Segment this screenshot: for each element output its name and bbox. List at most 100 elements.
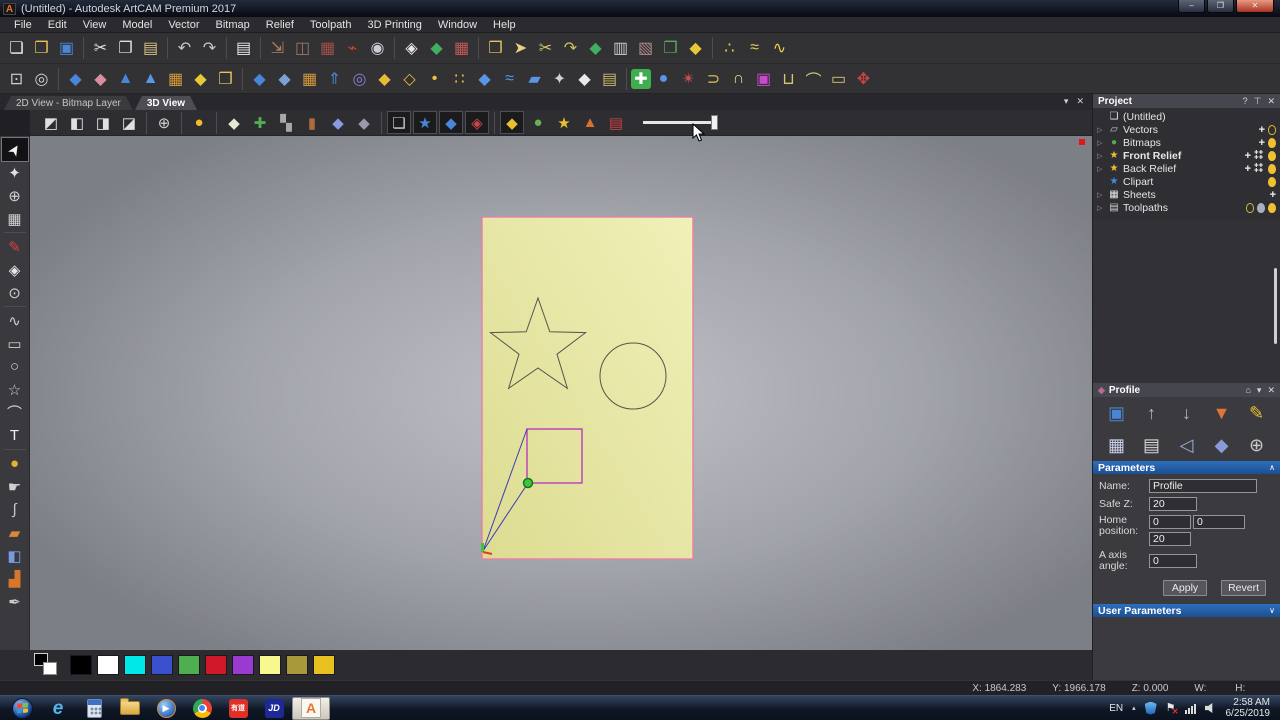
taskbar-explorer[interactable]: [112, 696, 148, 720]
menu-model[interactable]: Model: [114, 17, 160, 32]
rect-section-icon[interactable]: ▭: [826, 67, 851, 91]
add-icon[interactable]: +: [1245, 164, 1251, 174]
visibility-bulb-on-icon[interactable]: [1268, 164, 1276, 174]
home-y-input[interactable]: [1193, 515, 1245, 529]
blob-tool-icon[interactable]: ●: [651, 67, 676, 91]
star-search-icon[interactable]: ★: [552, 111, 576, 134]
add-icon[interactable]: +: [1245, 151, 1251, 161]
paste-icon[interactable]: ▤: [138, 36, 163, 60]
menu-toolpath[interactable]: Toolpath: [302, 17, 360, 32]
view-iso-icon[interactable]: ◩: [39, 111, 63, 134]
menu-vector[interactable]: Vector: [160, 17, 207, 32]
add-multiple-icon[interactable]: ✚✚✚✚: [1254, 164, 1265, 174]
minimize-button[interactable]: –: [1178, 0, 1205, 13]
sculpt-sphere-icon[interactable]: ✦: [547, 67, 572, 91]
add-piece-icon[interactable]: ▚: [274, 111, 298, 134]
visibility-bulb-on-icon[interactable]: [1268, 203, 1276, 213]
new-file-icon[interactable]: ❏: [4, 36, 29, 60]
mirror-model-icon[interactable]: ◫: [290, 36, 315, 60]
model-canvas[interactable]: [30, 136, 1092, 650]
a-axis-input[interactable]: [1149, 554, 1197, 568]
menu-bitmap[interactable]: Bitmap: [208, 17, 258, 32]
rotate-axis-icon[interactable]: ⊕: [1243, 432, 1271, 458]
name-input[interactable]: [1149, 479, 1257, 493]
parameters-header[interactable]: Parameters ∧: [1093, 461, 1280, 474]
clipart-star-icon[interactable]: ★: [413, 111, 437, 134]
color-shape-pyramid-icon[interactable]: ▲: [578, 111, 602, 134]
sculpt-line-icon[interactable]: ∫: [2, 498, 28, 521]
sculpt-tool-icon[interactable]: ◆: [352, 111, 376, 134]
pair-tool-icon[interactable]: ∷: [447, 67, 472, 91]
expand-arrow-icon[interactable]: ▷: [1097, 191, 1107, 199]
smooth-plane-icon[interactable]: ◆: [572, 67, 597, 91]
copy-icon[interactable]: ❐: [113, 36, 138, 60]
smooth-relief-2-icon[interactable]: ◆: [247, 67, 272, 91]
project-help-button[interactable]: ?: [1243, 96, 1248, 107]
zoom-tool-icon[interactable]: ⊕: [152, 111, 176, 134]
taskbar-artcam[interactable]: A: [292, 697, 330, 720]
project-pin-button[interactable]: ⊤: [1254, 96, 1262, 107]
menu-window[interactable]: Window: [430, 17, 485, 32]
shape-editor-icon[interactable]: ▲: [113, 67, 138, 91]
color-layers-icon[interactable]: ▤: [604, 111, 628, 134]
close-button[interactable]: ✕: [1236, 0, 1274, 13]
canvas-drawing[interactable]: [30, 136, 1092, 650]
view-close-indicator[interactable]: [1079, 139, 1085, 145]
curve-fit-icon[interactable]: ↷: [558, 36, 583, 60]
vector-trim-icon[interactable]: ✂: [533, 36, 558, 60]
rectangle-icon[interactable]: ▭: [2, 332, 28, 355]
distort-icon[interactable]: ▦: [2, 207, 28, 230]
flood-fill-icon[interactable]: ●: [2, 452, 28, 475]
relief-layer-icon[interactable]: ◆: [188, 67, 213, 91]
node-edit-icon[interactable]: ✦: [2, 161, 28, 184]
bitmap-eraser-icon[interactable]: ◈: [399, 36, 424, 60]
language-indicator[interactable]: EN: [1109, 703, 1123, 714]
visibility-bulb-gray-icon[interactable]: [1257, 203, 1265, 213]
secondary-color-swatch[interactable]: [43, 662, 57, 675]
palette-color-6[interactable]: [232, 655, 254, 675]
light-settings-icon[interactable]: ●: [187, 111, 211, 134]
relief-clipart-folder-icon[interactable]: ❒: [213, 67, 238, 91]
palette-color-0[interactable]: [70, 655, 92, 675]
arc-section-icon[interactable]: ⌒: [801, 67, 826, 91]
nest-vectors-icon[interactable]: ◆: [583, 36, 608, 60]
menu-file[interactable]: File: [6, 17, 40, 32]
menu-view[interactable]: View: [75, 17, 115, 32]
shape-editor-multi-icon[interactable]: ▲: [138, 67, 163, 91]
expand-arrow-icon[interactable]: ▷: [1097, 152, 1107, 160]
material-block-icon[interactable]: ◆: [500, 111, 524, 134]
raise-relief-icon[interactable]: ⇑: [322, 67, 347, 91]
subtract-relief-icon[interactable]: ◇: [397, 67, 422, 91]
move-anchor-icon[interactable]: ✥: [851, 67, 876, 91]
maze-tool-icon[interactable]: ▧: [633, 36, 658, 60]
tab-2d-view-bitmap-layer[interactable]: 2D View - Bitmap Layer: [4, 96, 133, 110]
notification-flag-icon[interactable]: ⚑✕: [1166, 703, 1176, 714]
expand-chevron-icon[interactable]: ∨: [1269, 606, 1275, 615]
user-parameters-header[interactable]: User Parameters ∨: [1093, 604, 1280, 617]
wrap-relief-icon[interactable]: ▥: [608, 36, 633, 60]
star-shape-icon[interactable]: ☆: [2, 378, 28, 401]
tree-item-bitmaps[interactable]: ▷●Bitmaps+: [1093, 136, 1280, 149]
panel-scrollbar[interactable]: [1274, 268, 1277, 344]
palette-color-3[interactable]: [151, 655, 173, 675]
zoom-object-icon[interactable]: ⊡: [4, 67, 29, 91]
knife-icon[interactable]: ✒: [2, 590, 28, 613]
collapse-chevron-icon[interactable]: ∧: [1269, 463, 1275, 472]
tab-close[interactable]: ✕: [1076, 96, 1084, 107]
profile-close-button[interactable]: ✕: [1267, 385, 1275, 396]
view-front-icon[interactable]: ◧: [65, 111, 89, 134]
move-up-icon[interactable]: ↑: [1138, 400, 1166, 426]
visibility-bulb-on-icon[interactable]: [1268, 138, 1276, 148]
tray-expand-icon[interactable]: ▴: [1132, 704, 1136, 712]
arch-cross-section-icon[interactable]: ∩: [726, 67, 751, 91]
tab-3d-view[interactable]: 3D View: [135, 96, 197, 110]
arrow-tool-icon[interactable]: ➤: [508, 36, 533, 60]
view-top-icon[interactable]: ◪: [117, 111, 141, 134]
magenta-select-icon[interactable]: ▣: [751, 67, 776, 91]
visibility-bulb-off-icon[interactable]: [1268, 125, 1276, 135]
add-relief-icon[interactable]: ◆: [372, 67, 397, 91]
texture-relief-2-icon[interactable]: ▦: [297, 67, 322, 91]
taskbar-youdao[interactable]: 有道: [220, 696, 256, 720]
undo-icon[interactable]: ↶: [172, 36, 197, 60]
fit-polyline-icon[interactable]: ∿: [767, 36, 792, 60]
